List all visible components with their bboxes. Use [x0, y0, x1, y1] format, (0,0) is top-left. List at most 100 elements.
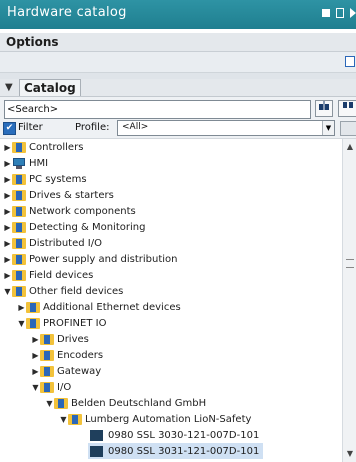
folder-icon — [12, 253, 26, 265]
tree-item-drives-starters[interactable]: ▶ Drives & starters — [3, 187, 114, 203]
folder-icon — [12, 237, 26, 249]
collapse-arrow-icon[interactable]: ▼ — [45, 395, 54, 411]
tree-item-network-components[interactable]: ▶ Network components — [3, 203, 136, 219]
folder-icon — [40, 349, 54, 361]
tree-item-label: 0980 SSL 3031-121-007D-101 — [108, 445, 260, 457]
tree-item-label: Belden Deutschland GmbH — [71, 397, 207, 409]
tree-item-label: Encoders — [57, 349, 104, 361]
tree-item-drives[interactable]: ▶ Drives — [31, 331, 89, 347]
collapse-arrow-icon[interactable]: ▼ — [17, 315, 26, 331]
tree-item-lumberg[interactable]: ▼ Lumberg Automation LioN-Safety — [59, 411, 251, 427]
search-up-button[interactable] — [338, 100, 356, 117]
scroll-up-icon[interactable]: ▲ — [345, 142, 355, 152]
expand-arrow-icon[interactable]: ▶ — [3, 251, 12, 267]
folder-icon — [12, 141, 26, 153]
search-input[interactable] — [4, 100, 311, 119]
module-icon — [90, 429, 103, 441]
tree-item-other-field-devices[interactable]: ▼ Other field devices — [3, 283, 123, 299]
tree-item-distributed-io[interactable]: ▶ Distributed I/O — [3, 235, 102, 251]
collapse-arrow-icon[interactable]: ▼ — [3, 283, 12, 299]
profile-select[interactable]: <All> ▼ — [117, 120, 335, 136]
vertical-scrollbar[interactable]: ▲ ▼ — [342, 139, 356, 462]
arrow-right-icon[interactable] — [350, 8, 356, 18]
title-bar: Hardware catalog — [0, 0, 356, 29]
collapse-arrow-icon[interactable]: ▼ — [31, 379, 40, 395]
tree-item-label: Gateway — [57, 365, 102, 377]
tree-item-label: Lumberg Automation LioN-Safety — [85, 413, 252, 425]
tree-item-label: HMI — [29, 157, 49, 169]
tree-item-io[interactable]: ▼ I/O — [31, 379, 71, 395]
filter-row: ✔ Filter Profile: <All> ▼ — [0, 119, 356, 139]
profile-value: <All> — [122, 122, 149, 132]
folder-icon — [12, 285, 26, 297]
collapse-arrow-icon[interactable]: ▼ — [59, 411, 68, 427]
tree-item-controllers[interactable]: ▶ Controllers — [3, 139, 83, 155]
folder-icon — [12, 269, 26, 281]
search-row — [0, 97, 356, 119]
expand-arrow-icon[interactable]: ▶ — [31, 347, 40, 363]
tree-item-field-devices[interactable]: ▶ Field devices — [3, 267, 93, 283]
expand-arrow-icon[interactable]: ▶ — [3, 187, 12, 203]
tree-item-label: Controllers — [29, 141, 84, 153]
folder-icon — [40, 365, 54, 377]
tree-item-gateway[interactable]: ▶ Gateway — [31, 363, 101, 379]
expand-arrow-icon[interactable]: ▶ — [3, 267, 12, 283]
tree-item-profinet-io[interactable]: ▼ PROFINET IO — [17, 315, 106, 331]
search-up-icon — [343, 102, 353, 108]
folder-icon — [12, 173, 26, 185]
scroll-grip-icon[interactable] — [346, 259, 354, 268]
expand-arrow-icon[interactable]: ▶ — [3, 235, 12, 251]
tree-item-label: I/O — [57, 381, 72, 393]
filter-label: Filter — [18, 122, 43, 133]
expand-arrow-icon[interactable]: ▶ — [3, 139, 12, 155]
tree-item-module-3030[interactable]: 0980 SSL 3030-121-007D-101 — [90, 427, 259, 443]
options-toolbar — [0, 52, 356, 73]
expand-arrow-icon[interactable]: ▶ — [3, 155, 12, 171]
folder-icon — [26, 317, 40, 329]
restore-icon[interactable] — [336, 8, 344, 18]
tree-item-power-supply[interactable]: ▶ Power supply and distribution — [3, 251, 178, 267]
options-label: Options — [6, 35, 59, 49]
expand-arrow-icon[interactable]: ▶ — [31, 363, 40, 379]
tree-item-belden[interactable]: ▼ Belden Deutschland GmbH — [45, 395, 206, 411]
tree-item-encoders[interactable]: ▶ Encoders — [31, 347, 103, 363]
tree-item-label: Drives & starters — [29, 189, 114, 201]
tree-item-detecting-monitoring[interactable]: ▶ Detecting & Monitoring — [3, 219, 145, 235]
expand-arrow-icon[interactable]: ▶ — [3, 219, 12, 235]
catalog-tab[interactable]: Catalog — [19, 79, 81, 96]
scroll-down-icon[interactable]: ▼ — [345, 449, 355, 459]
tree-item-label: Drives — [57, 333, 89, 345]
dropdown-arrow-icon[interactable]: ▼ — [322, 121, 334, 135]
folder-icon — [12, 205, 26, 217]
options-section-header[interactable]: Options — [0, 33, 356, 52]
window-icon[interactable] — [345, 56, 355, 67]
expand-arrow-icon[interactable]: ▶ — [3, 203, 12, 219]
search-down-button[interactable] — [315, 100, 333, 117]
folder-icon — [40, 333, 54, 345]
tree-item-module-3031[interactable]: 0980 SSL 3031-121-007D-101 — [88, 443, 264, 459]
expand-arrow-icon[interactable]: ▶ — [31, 331, 40, 347]
folder-icon — [54, 397, 68, 409]
folder-icon — [40, 381, 54, 393]
folder-icon — [26, 301, 40, 313]
tree-item-label: Distributed I/O — [29, 237, 102, 249]
folder-icon — [12, 189, 26, 201]
tree-item-label: PROFINET IO — [43, 317, 107, 329]
filter-options-button[interactable] — [340, 121, 356, 136]
tree-item-label: 0980 SSL 3030-121-007D-101 — [108, 429, 260, 441]
tree-item-label: PC systems — [29, 173, 87, 185]
tree-item-pc-systems[interactable]: ▶ PC systems — [3, 171, 87, 187]
catalog-tree: ▶ Controllers ▶ HMI ▶ PC systems ▶ Drive… — [0, 139, 342, 462]
module-icon — [90, 445, 103, 457]
chevron-down-icon[interactable]: ▼ — [5, 82, 13, 93]
tree-item-label: Additional Ethernet devices — [43, 301, 181, 313]
expand-arrow-icon[interactable]: ▶ — [3, 171, 12, 187]
tree-item-label: Detecting & Monitoring — [29, 221, 146, 233]
tree-item-hmi[interactable]: ▶ HMI — [3, 155, 48, 171]
pin-icon[interactable] — [322, 8, 330, 18]
tree-item-label: Field devices — [29, 269, 94, 281]
profile-label: Profile: — [75, 122, 110, 133]
tree-item-additional-ethernet-devices[interactable]: ▶ Additional Ethernet devices — [17, 299, 181, 315]
expand-arrow-icon[interactable]: ▶ — [17, 299, 26, 315]
filter-checkbox[interactable]: ✔ — [3, 122, 16, 135]
